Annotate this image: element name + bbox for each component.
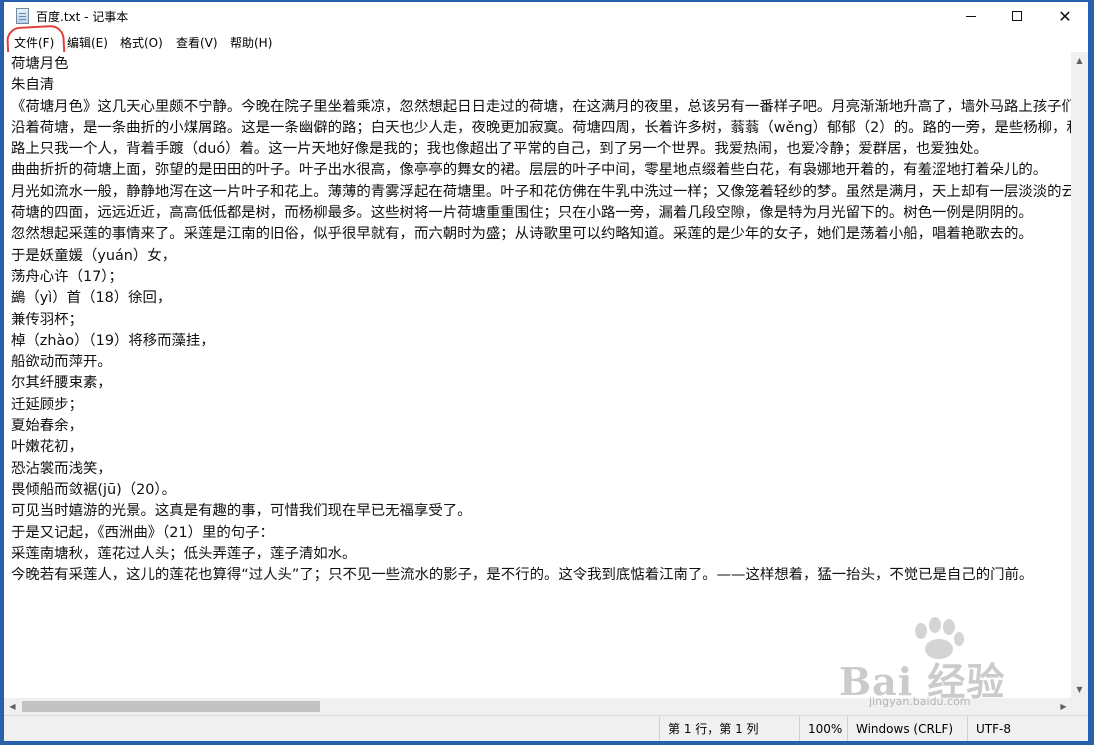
scroll-down-icon[interactable]: ▼ xyxy=(1071,681,1088,698)
close-icon: ✕ xyxy=(1058,6,1072,26)
menu-edit[interactable]: 编辑(E) xyxy=(63,33,112,52)
minimize-button[interactable] xyxy=(948,2,994,30)
editor-line: 畏倾船而敛裾(jū)（20）。 xyxy=(11,481,176,498)
editor-line: 月光如流水一般，静静地泻在这一片叶子和花上。薄薄的青雾浮起在荷塘里。叶子和花仿佛… xyxy=(11,183,1072,200)
editor-line: 叶嫩花初， xyxy=(11,439,83,456)
editor-line: 沿着荷塘，是一条曲折的小煤屑路。这是一条幽僻的路；白天也少人走，夜晚更加寂寞。荷… xyxy=(11,119,1072,136)
editor-line: 恐沾裳而浅笑， xyxy=(11,460,112,477)
vertical-scrollbar[interactable]: ▲ ▼ xyxy=(1071,52,1088,698)
editor-line: 于是妖童媛（yuán）女， xyxy=(11,247,177,264)
horizontal-scroll-thumb[interactable] xyxy=(22,701,320,712)
editor-line: 船欲动而萍开。 xyxy=(11,354,112,371)
menu-help[interactable]: 帮助(H) xyxy=(226,33,276,52)
text-editor[interactable]: 荷塘月色 朱自清 《荷塘月色》这几天心里颇不宁静。今晚在院子里坐着乘凉，忽然想起… xyxy=(4,52,1072,698)
menu-bar: 文件(F) 编辑(E) 格式(O) 查看(V) 帮助(H) xyxy=(4,30,1088,52)
editor-line: 兼传羽杯； xyxy=(11,311,83,328)
editor-line: 可见当时嬉游的光景。这真是有趣的事，可惜我们现在早已无福享受了。 xyxy=(11,503,472,520)
editor-line: 于是又记起，《西洲曲》（21）里的句子： xyxy=(11,524,274,541)
editor-line: 尔其纤腰束素， xyxy=(11,375,112,392)
scroll-left-icon[interactable]: ◀ xyxy=(4,698,21,715)
editor-line: 采莲南塘秋，莲花过人头；低头弄莲子，莲子清如水。 xyxy=(11,545,357,562)
editor-line: 荷塘的四面，远远近近，高高低低都是树，而杨柳最多。这些树将一片荷塘重重围住；只在… xyxy=(11,205,1033,222)
close-button[interactable]: ✕ xyxy=(1042,2,1088,30)
editor-line: 朱自清 xyxy=(11,77,55,94)
editor-line: 棹（zhào）（19）将移而藻挂， xyxy=(11,332,215,349)
editor-line: 今晚若有采莲人，这儿的莲花也算得“过人头”了；只不见一些流水的影子，是不行的。这… xyxy=(11,567,1034,584)
maximize-icon xyxy=(1012,11,1022,21)
menu-format[interactable]: 格式(O) xyxy=(116,33,167,52)
editor-line: 夏始春余， xyxy=(11,418,83,435)
title-bar[interactable]: 百度.txt - 记事本 ✕ xyxy=(4,2,1088,30)
editor-line: 曲曲折折的荷塘上面，弥望的是田田的叶子。叶子出水很高，像亭亭的舞女的裙。层层的叶… xyxy=(11,162,1048,179)
editor-line: 《荷塘月色》这几天心里颇不宁静。今晚在院子里坐着乘凉，忽然想起日日走过的荷塘，在… xyxy=(11,98,1072,115)
status-bar: 第 1 行，第 1 列 100% Windows (CRLF) UTF-8 xyxy=(4,715,1088,741)
status-zoom: 100% xyxy=(799,716,847,741)
notepad-window: 百度.txt - 记事本 ✕ 文件(F) 编辑(E) 格式(O) 查看(V) 帮… xyxy=(3,1,1089,742)
editor-line: 迁延顾步； xyxy=(11,396,83,413)
maximize-button[interactable] xyxy=(994,2,1040,30)
scrollbar-corner xyxy=(1072,698,1088,715)
editor-content[interactable]: 荷塘月色 朱自清 《荷塘月色》这几天心里颇不宁静。今晚在院子里坐着乘凉，忽然想起… xyxy=(4,52,1072,586)
editor-line: 荡舟心许（17）； xyxy=(11,268,123,285)
status-line-ending: Windows (CRLF) xyxy=(847,716,967,741)
horizontal-scrollbar[interactable]: ◀ ▶ xyxy=(4,698,1072,715)
minimize-icon xyxy=(966,15,976,17)
editor-line: 忽然想起采莲的事情来了。采莲是江南的旧俗，似乎很早就有，而六朝时为盛；从诗歌里可… xyxy=(11,226,1033,243)
menu-file[interactable]: 文件(F) xyxy=(10,33,58,52)
editor-line: 路上只我一个人，背着手踱（duó）着。这一片天地好像是我的；我也像超出了平常的自… xyxy=(11,141,988,158)
editor-line: 荷塘月色 xyxy=(11,56,69,72)
notepad-icon xyxy=(16,8,29,24)
status-cursor-position: 第 1 行，第 1 列 xyxy=(659,716,799,741)
status-encoding: UTF-8 xyxy=(967,716,1088,741)
window-title: 百度.txt - 记事本 xyxy=(36,10,129,24)
editor-line: 鷁（yì）首（18）徐回， xyxy=(11,290,172,307)
menu-view[interactable]: 查看(V) xyxy=(172,33,222,52)
scroll-up-icon[interactable]: ▲ xyxy=(1071,52,1088,69)
scroll-right-icon[interactable]: ▶ xyxy=(1055,698,1072,715)
